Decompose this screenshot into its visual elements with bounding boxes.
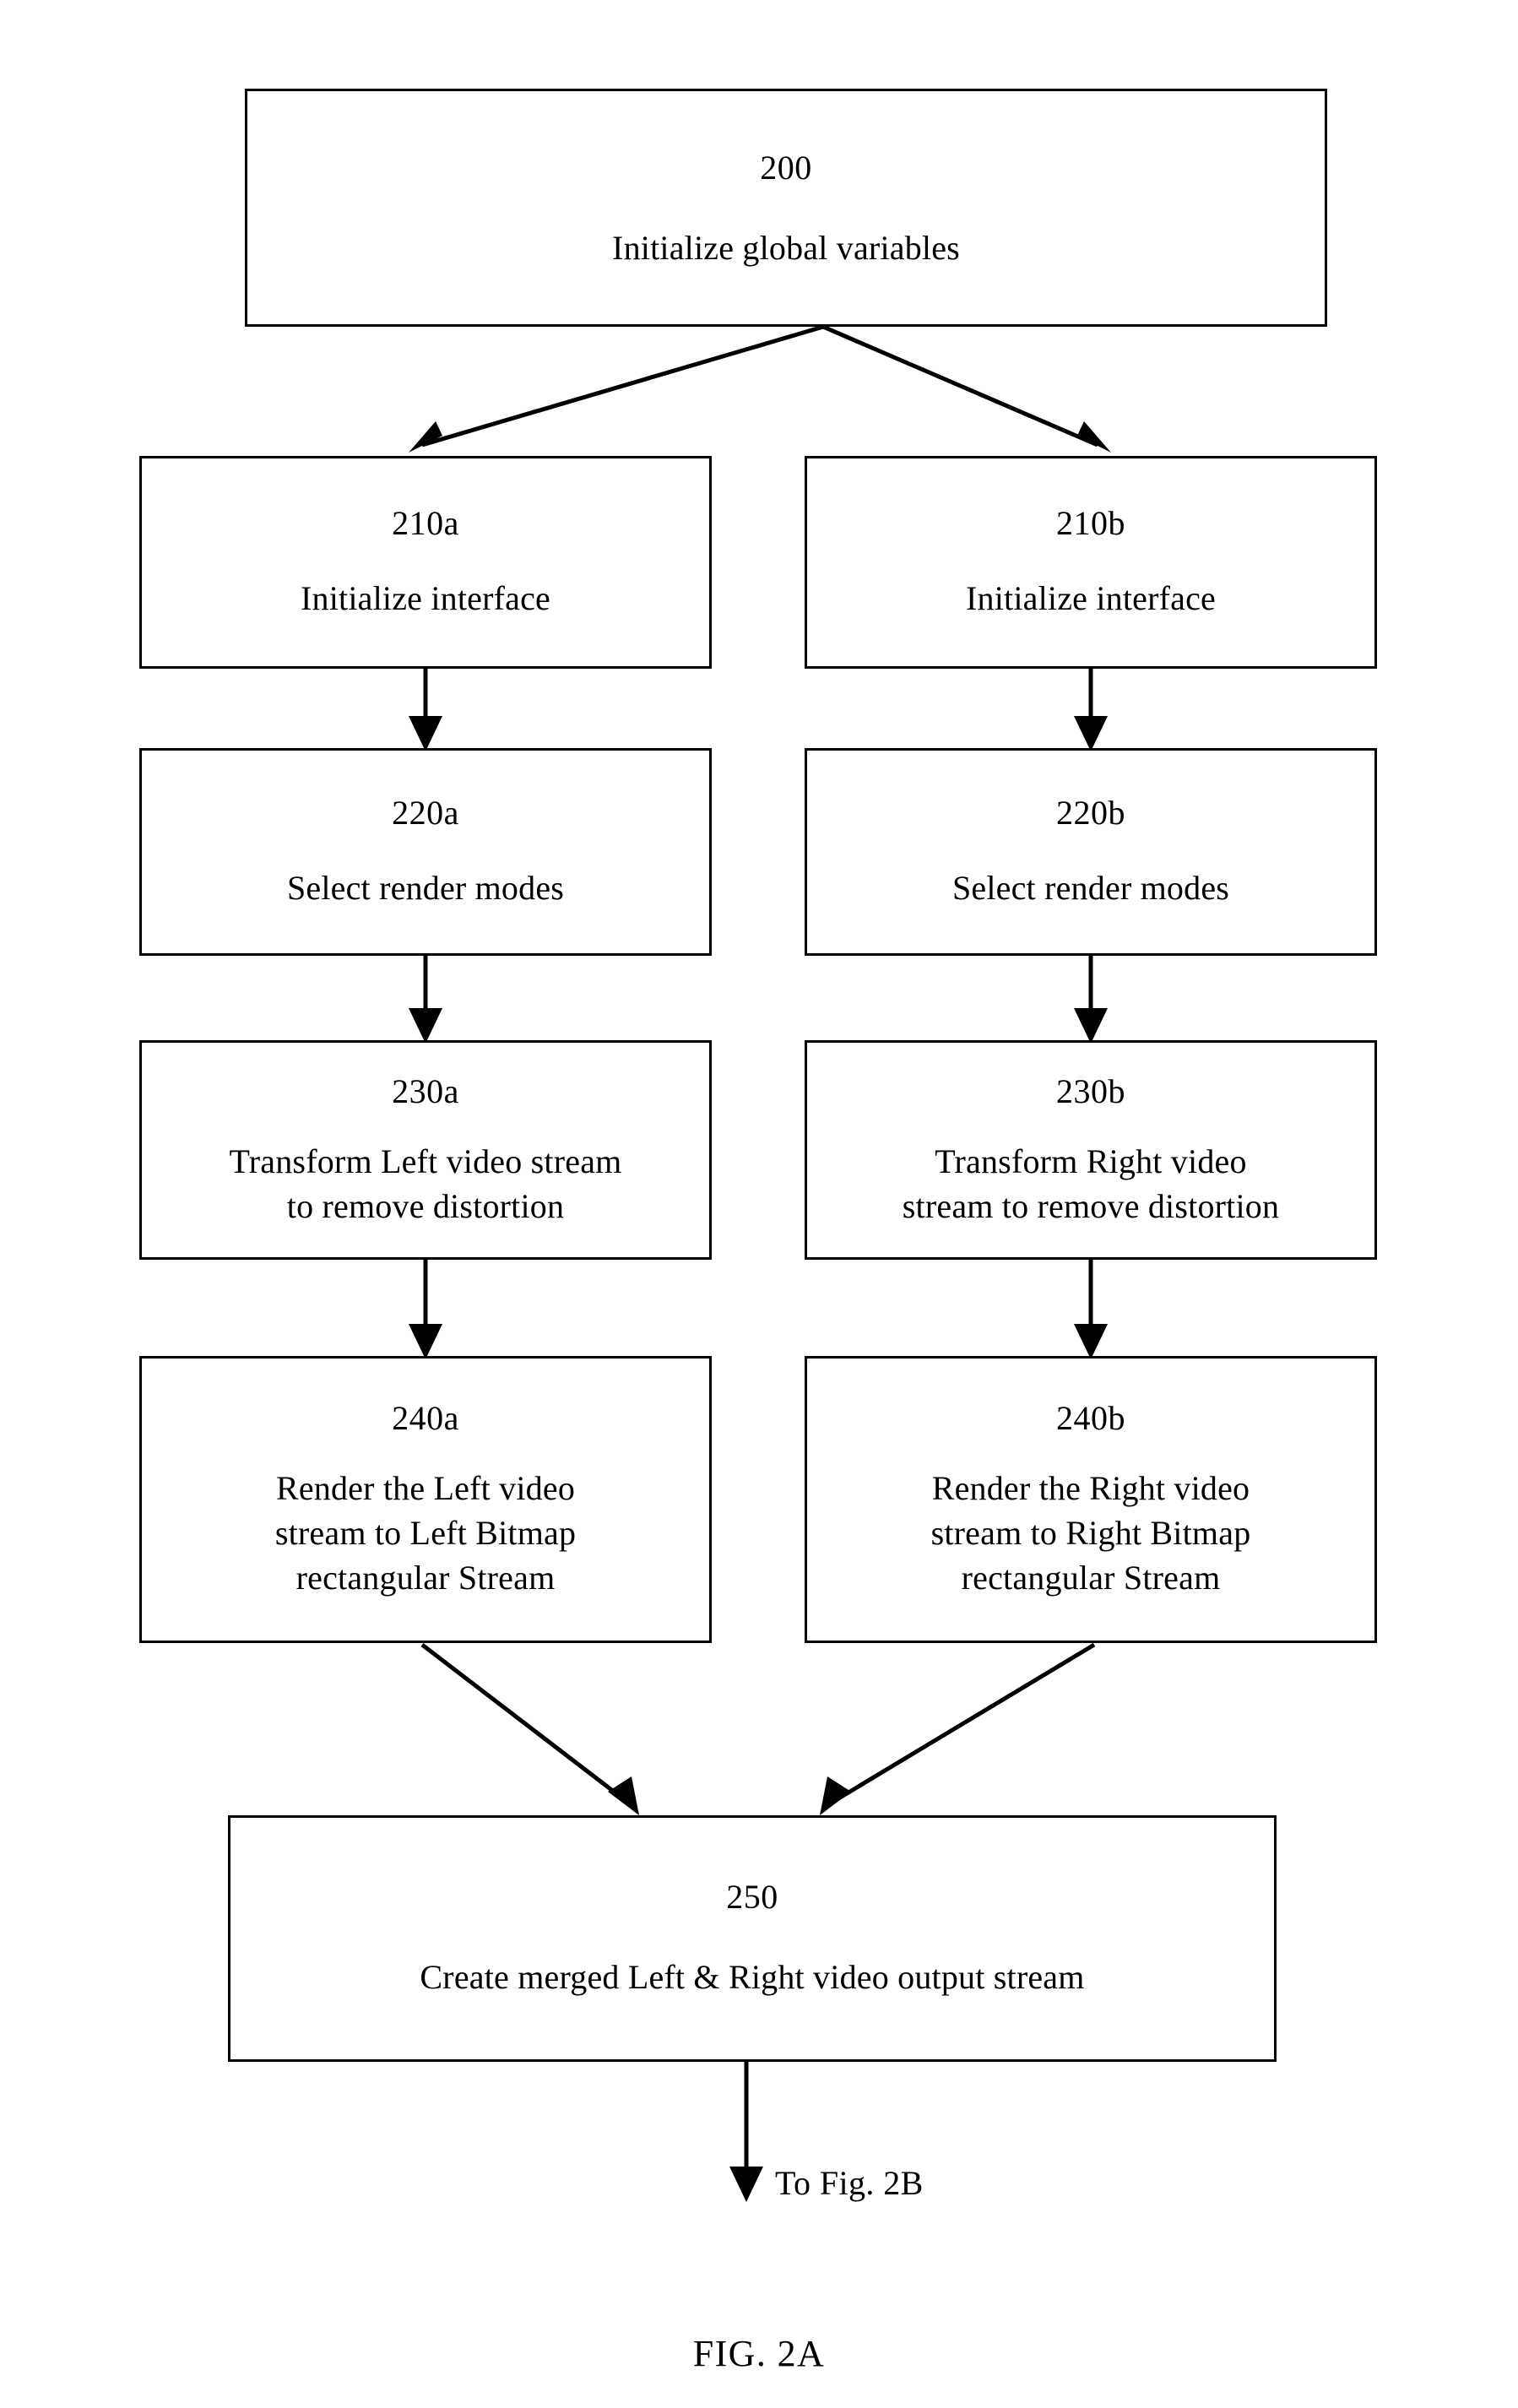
flow-node-210b: 210b Initialize interface — [805, 456, 1377, 669]
flow-node-210a-label: Initialize interface — [300, 579, 551, 618]
edge-200-to-210b — [822, 324, 1098, 447]
flow-node-240b: 240b Render the Right video stream to Ri… — [805, 1356, 1377, 1643]
arrowhead-240a — [409, 1324, 442, 1359]
arrowhead-210b — [1077, 421, 1111, 453]
flow-node-250-label: Create merged Left & Right video output … — [420, 1958, 1085, 1997]
flow-node-220a: 220a Select render modes — [139, 748, 712, 956]
flow-node-230b-ref: 230b — [1056, 1071, 1125, 1110]
flow-node-220b-label: Select render modes — [951, 869, 1230, 908]
arrowhead-220b — [1074, 716, 1108, 751]
to-fig-2b-label: To Fig. 2B — [775, 2164, 924, 2202]
flow-node-240a-label: Render the Left video stream to Left Bit… — [274, 1469, 577, 1597]
flow-node-230a-label: Transform Left video stream to remove di… — [229, 1142, 622, 1225]
flow-node-240a-ref: 240a — [392, 1399, 459, 1438]
arrowhead-250-right — [820, 1776, 851, 1815]
flow-node-220a-ref: 220a — [392, 794, 459, 832]
flow-node-230a-ref: 230a — [392, 1071, 459, 1110]
flow-node-230b-label: Transform Right video stream to remove d… — [902, 1142, 1280, 1225]
figure-caption: FIG. 2A — [692, 2333, 826, 2374]
flow-node-200-label: Initialize global variables — [612, 229, 960, 268]
flow-node-220b: 220b Select render modes — [805, 748, 1377, 956]
flow-node-240b-label: Render the Right video stream to Right B… — [930, 1469, 1251, 1597]
flow-node-200: 200 Initialize global variables — [245, 89, 1327, 327]
flow-node-230a: 230a Transform Left video stream to remo… — [139, 1040, 712, 1260]
edge-200-to-210a — [421, 324, 824, 447]
flow-node-210a-ref: 210a — [392, 504, 459, 542]
figure-page: 200 Initialize global variables 210a Ini… — [0, 0, 1518, 2408]
flow-node-200-ref: 200 — [760, 149, 812, 187]
flow-node-240b-ref: 240b — [1056, 1399, 1125, 1438]
arrowhead-fig2b — [729, 2167, 763, 2202]
flow-node-250: 250 Create merged Left & Right video out… — [228, 1815, 1277, 2062]
flow-node-250-ref: 250 — [726, 1878, 778, 1916]
edge-240b-to-250 — [826, 1642, 1096, 1808]
arrowhead-240b — [1074, 1324, 1108, 1359]
arrowhead-210a — [409, 421, 442, 453]
flow-node-210b-ref: 210b — [1056, 504, 1125, 542]
flow-node-230b: 230b Transform Right video stream to rem… — [805, 1040, 1377, 1260]
arrowhead-230b — [1074, 1008, 1108, 1044]
arrowhead-250-left — [608, 1776, 639, 1815]
arrowhead-230a — [409, 1008, 442, 1044]
flow-node-220b-ref: 220b — [1056, 794, 1125, 832]
edge-240a-to-250 — [420, 1643, 633, 1807]
flow-node-210a: 210a Initialize interface — [139, 456, 712, 669]
arrowhead-220a — [409, 716, 442, 751]
flow-node-210b-label: Initialize interface — [965, 579, 1217, 618]
flow-node-220a-label: Select render modes — [286, 869, 565, 908]
flow-node-240a: 240a Render the Left video stream to Lef… — [139, 1356, 712, 1643]
